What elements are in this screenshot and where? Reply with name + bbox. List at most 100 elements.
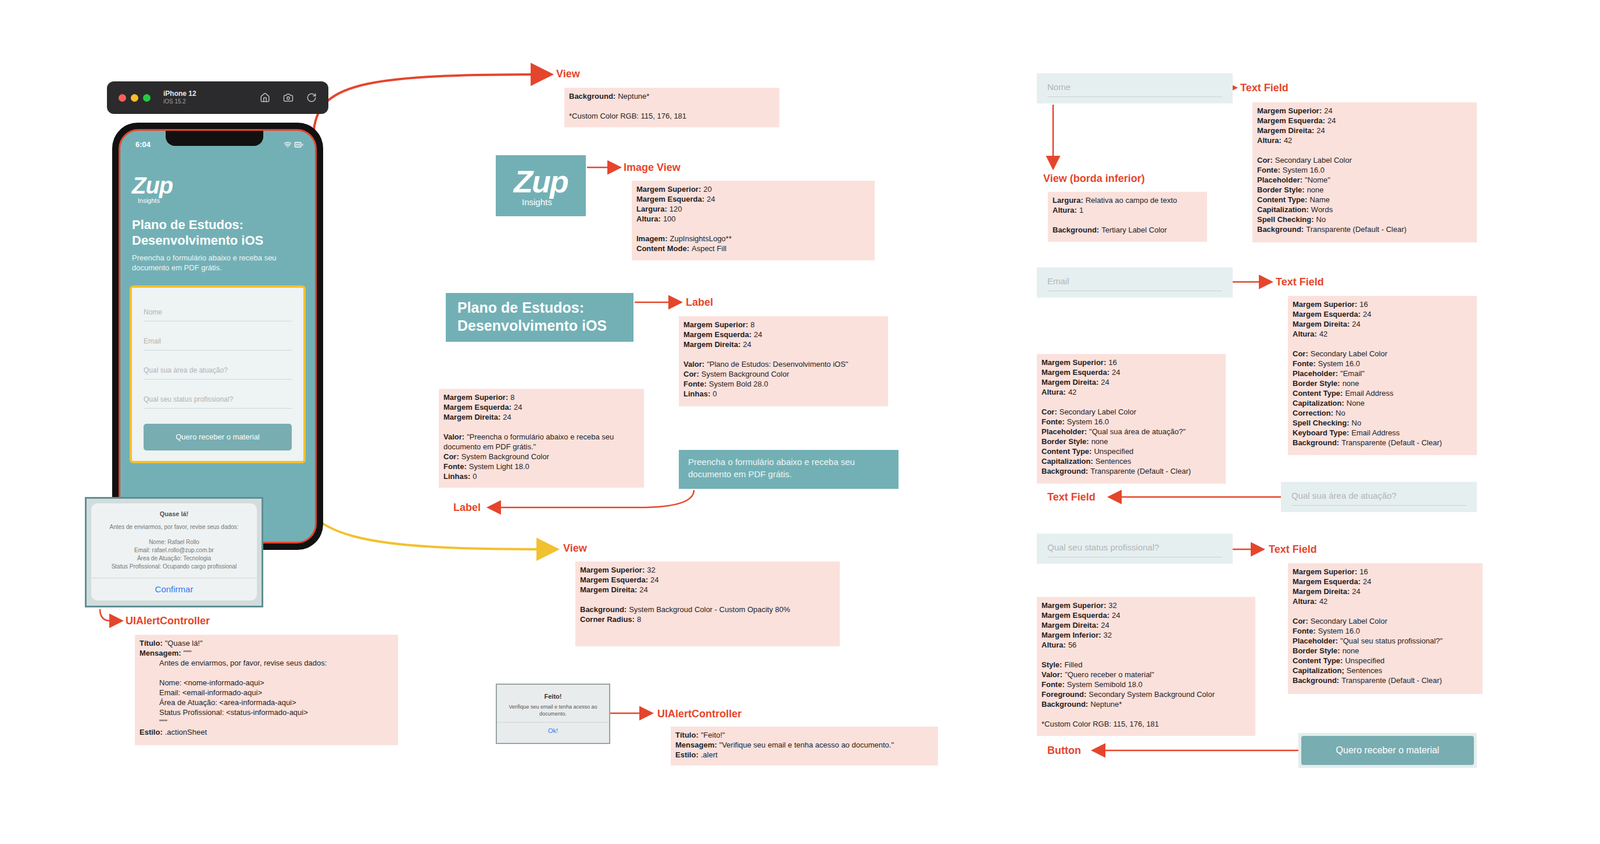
spec-line: Cor:System Background Color — [443, 451, 640, 462]
spec-line: Content Type:Name — [1257, 194, 1473, 205]
spec-line: Capitalization:Words — [1257, 204, 1473, 215]
spec-line: Foreground:Secondary System Background C… — [1041, 689, 1251, 700]
text-field-sample[interactable]: Qual sua área de atuação? — [1280, 481, 1477, 513]
spec-line: Background:Tertiary Label Color — [1052, 224, 1203, 235]
spec-line: Background:Neptune* — [1041, 699, 1251, 710]
rotate-icon[interactable] — [306, 92, 317, 103]
title-label-sample: Plano de Estudos: Desenvolvimento iOS — [445, 292, 634, 342]
spec-line: Margem Esquerda:24 — [1041, 610, 1251, 621]
spec-line: Margem Direita:24 — [1292, 319, 1473, 329]
spec-group: Margem Superior:8Margem Esquerda:24Marge… — [683, 319, 884, 350]
zup-logo: ZupInsights — [513, 165, 568, 207]
spec-line: Margem Superior:8 — [683, 319, 884, 330]
text-field[interactable]: Email — [143, 321, 292, 351]
spec-group: Nome: <nome-informado-aqui>Email: <email… — [139, 677, 394, 737]
submit-button[interactable]: Quero receber o material — [143, 423, 292, 451]
screenshot-icon[interactable] — [283, 92, 294, 103]
annotation-box: Margem Superior:8Margem Esquerda:24Marge… — [438, 388, 644, 488]
spec-line: Margem Superior:16 — [1041, 357, 1222, 368]
bottom-border — [1047, 556, 1223, 558]
spec-line: Fonte:System Bold 28.0 — [683, 378, 884, 389]
spec-line: Estilo:.alert — [675, 749, 934, 760]
spec-group: Largura:Relativa ao campo de textoAltura… — [1052, 195, 1203, 216]
spec-line: Placeholder:"Qual seu status profissiona… — [1292, 635, 1478, 646]
spec-line: Corner Radius:8 — [580, 614, 836, 625]
annotation-title: View — [563, 541, 587, 555]
form-card: NomeEmailQual sua área de atuação?Qual s… — [129, 285, 306, 464]
logo-subtitle: Insights — [521, 197, 553, 207]
spec-line: Spell Checking:No — [1292, 417, 1473, 428]
spec-line: Margem Direita:24 — [1257, 125, 1473, 136]
home-icon[interactable] — [259, 92, 271, 103]
annotation-box: Margem Superior:32Margem Esquerda:24Marg… — [575, 561, 840, 647]
spec-line: Estilo:.actionSheet — [139, 727, 394, 737]
spec-line: Margem Direita:24 — [443, 412, 640, 422]
notch — [165, 130, 264, 146]
spec-group: *Custom Color RGB: 115, 176, 181 — [1041, 718, 1251, 729]
arrow — [610, 712, 651, 715]
annotation-title: UIAlertController — [657, 707, 742, 721]
alert-title: Quase lá! — [159, 509, 189, 519]
annotation-title: Label — [453, 500, 481, 514]
zoom-button[interactable] — [142, 94, 151, 102]
spec-line: Fonte:System Semibold 18.0 — [1041, 679, 1251, 690]
text-field-sample[interactable]: Qual seu status profissional? — [1036, 533, 1233, 564]
bottom-border — [1047, 290, 1223, 292]
spec-line: Border Style:none — [1292, 645, 1478, 656]
spec-line: Imagem:ZupInsightsLogo** — [636, 233, 871, 244]
annotation-box: Margem Superior:16Margem Esquerda:24Marg… — [1287, 295, 1477, 456]
spec-group: Cor:Secondary Label ColorFonte:System 16… — [1041, 406, 1222, 476]
close-button[interactable] — [118, 94, 127, 102]
spec-line: Border Style:none — [1257, 184, 1473, 195]
text-field-sample[interactable]: Nome — [1036, 73, 1233, 104]
spec-group: Margem Superior:16Margem Esquerda:24Marg… — [1292, 299, 1473, 339]
text-field-sample[interactable]: Email — [1036, 267, 1233, 298]
spec-line: Largura:Relativa ao campo de texto — [1052, 195, 1203, 206]
spec-line: Altura:42 — [1257, 135, 1473, 146]
annotation-title: Text Field — [1275, 275, 1324, 289]
submit-button[interactable]: Quero receber o material — [1301, 735, 1474, 765]
spec-line: Altura:1 — [1052, 205, 1203, 216]
simulator-window: iPhone 12iOS 15.26:04ZupInsightsPlano de… — [106, 81, 329, 550]
ok-button[interactable]: Ok! — [548, 722, 558, 740]
spec-group: Valor:"Plano de Estudos: Desenvolvimento… — [683, 359, 884, 399]
wifi-icon — [283, 140, 292, 149]
arrow — [313, 74, 550, 131]
annotation-box: Background:Neptune**Custom Color RGB: 11… — [564, 87, 780, 128]
spec-line: Nome: <nome-informado-aqui> — [139, 677, 394, 688]
text-field[interactable]: Qual sua área de atuação? — [143, 350, 292, 380]
arrow — [1093, 749, 1299, 752]
spec-line: Cor:Secondary Label Color — [1041, 406, 1222, 417]
spec-line: Border Style:none — [1292, 378, 1473, 389]
bottom-border — [1047, 96, 1223, 98]
spec-line: Linhas:0 — [443, 471, 640, 482]
spec-group: Background:Tertiary Label Color — [1052, 224, 1203, 235]
spec-group: Margem Superior:16Margem Esquerda:24Marg… — [1041, 357, 1222, 397]
spec-line: Cor:Secondary Label Color — [1292, 616, 1478, 626]
alert-message: Verifique seu email e tenha acesso ao do… — [496, 703, 610, 718]
spec-line: Fonte:System 16.0 — [1041, 416, 1222, 427]
minimize-button[interactable] — [130, 94, 139, 102]
text-field[interactable]: Qual seu status profissional? — [143, 379, 292, 409]
spec-line: Content Type:Unspecified — [1041, 446, 1222, 457]
spec-line: Margem Inferior:32 — [1041, 630, 1251, 640]
spec-line: """ — [139, 717, 394, 728]
spec-line: Content Mode:Aspect Fill — [636, 243, 871, 254]
annotation-title: Image View — [623, 160, 681, 174]
spec-line: Correction:No — [1292, 407, 1473, 418]
spec-line: Margem Superior:32 — [1041, 600, 1251, 611]
spec-line: Mensagem:""" — [139, 648, 394, 658]
annotation-title: View — [556, 67, 581, 81]
spec-line: Valor:"Quero receber o material" — [1041, 669, 1251, 680]
spec-line: Content Type:Unspecified — [1292, 655, 1478, 666]
os-version: iOS 15.2 — [163, 97, 197, 106]
confirm-button[interactable]: Confirmar — [155, 578, 194, 601]
spec-group: Título:"Quase lá!"Mensagem:"""Antes de e… — [139, 638, 394, 668]
spec-line: Margem Superior:32 — [580, 564, 836, 575]
spec-line: Style:Filled — [1041, 659, 1251, 670]
spec-line: *Custom Color RGB: 115, 176, 181 — [568, 111, 775, 121]
spec-line: Altura:42 — [1292, 596, 1478, 607]
spec-line: Altura:42 — [1292, 328, 1473, 339]
text-field[interactable]: Nome — [143, 292, 292, 322]
spec-line: Border Style:none — [1041, 436, 1222, 447]
